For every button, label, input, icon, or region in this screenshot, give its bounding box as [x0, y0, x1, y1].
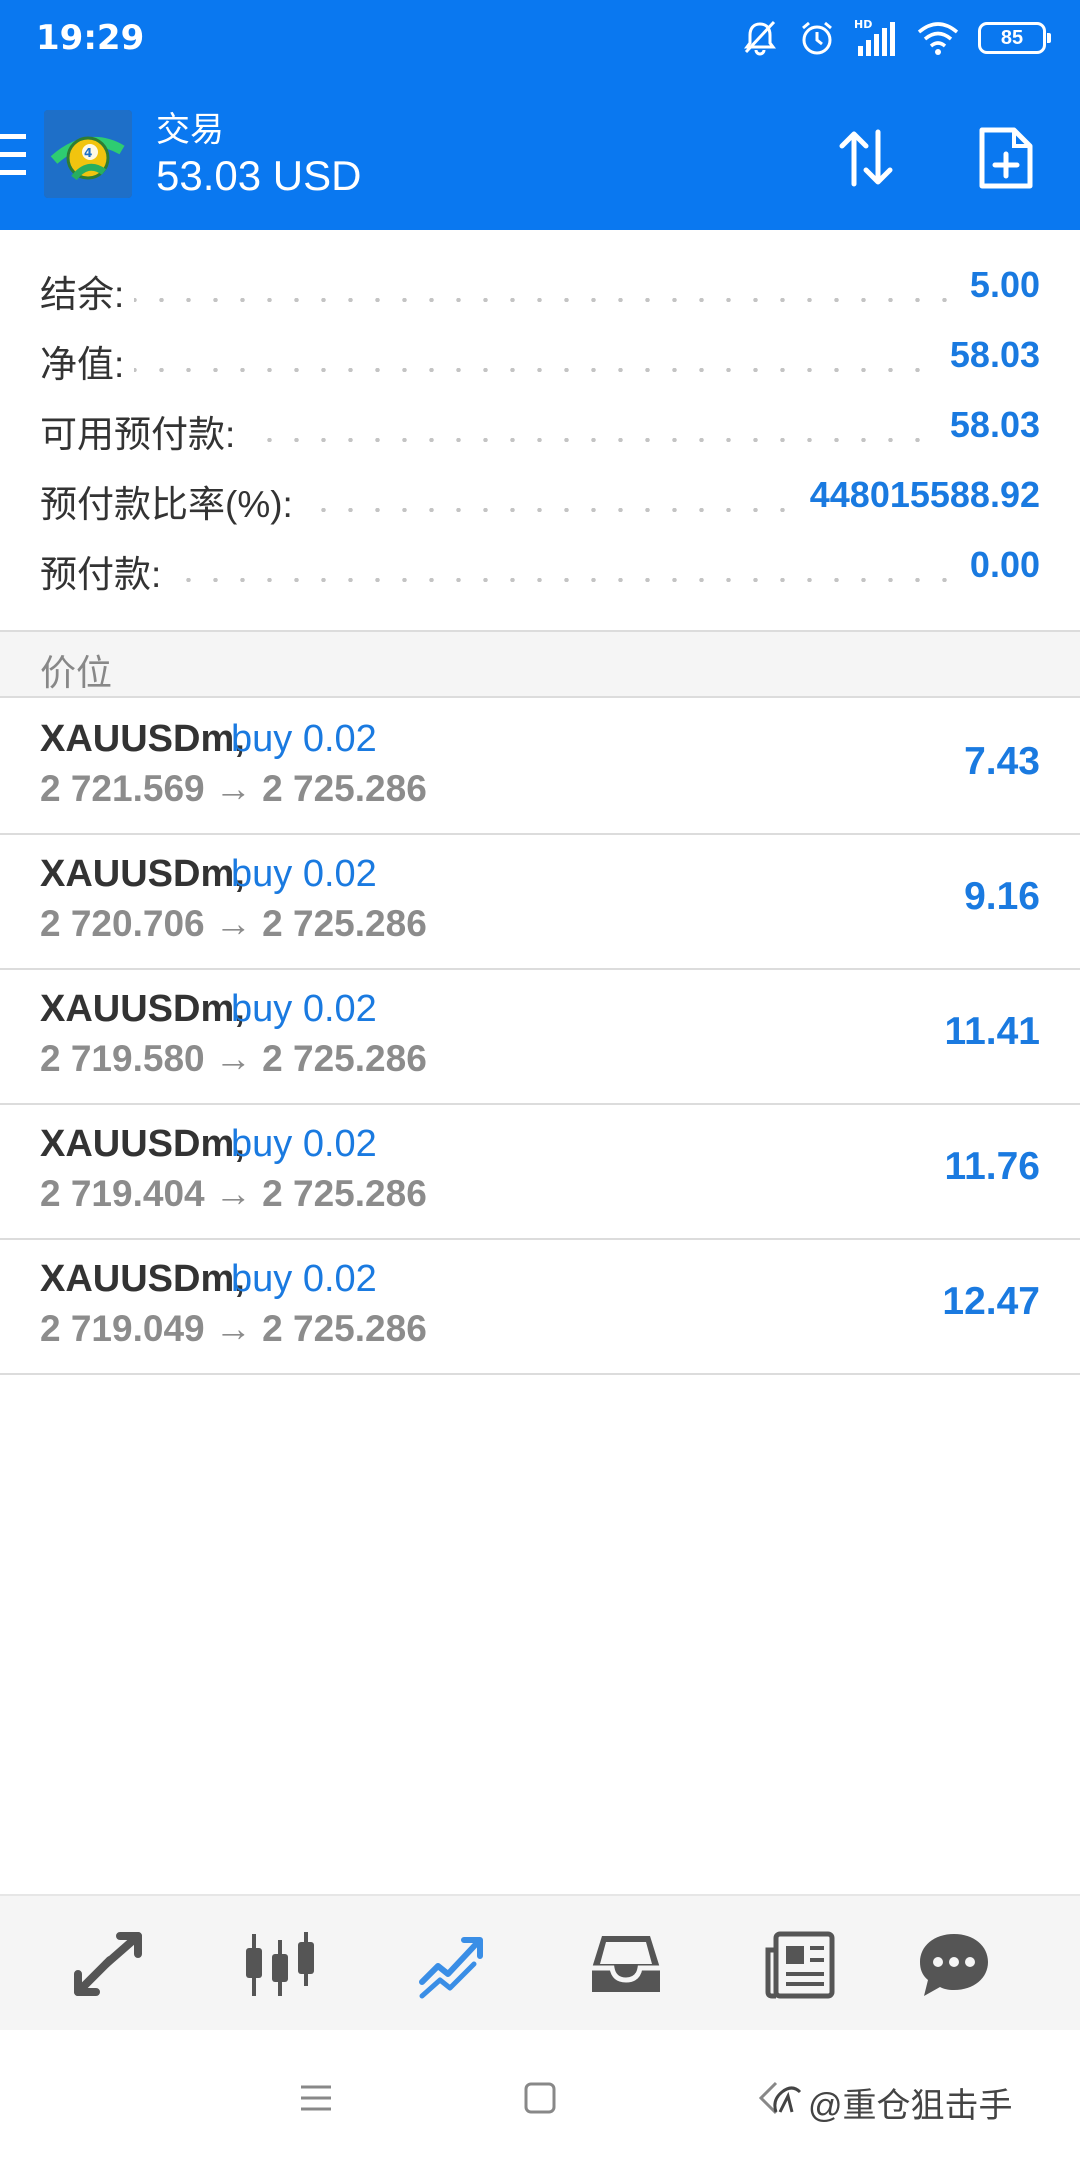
dot-leader — [40, 298, 1040, 302]
position-row[interactable]: XAUUSDm, buy 0.02 2 719.404 → 2 725.286 … — [0, 1105, 1080, 1240]
alarm-icon — [798, 19, 836, 57]
watermark-text: @重仓狙击手 — [808, 2087, 1013, 2125]
history-icon — [592, 1936, 660, 1992]
home-button[interactable] — [510, 2068, 570, 2128]
status-time: 19:29 — [36, 18, 145, 58]
recents-button[interactable] — [286, 2068, 346, 2128]
position-symbol: XAUUSDm, — [40, 853, 245, 895]
position-type: buy 0.02 — [231, 1123, 377, 1165]
metatrader-logo[interactable]: 4 — [44, 110, 132, 198]
new-order-button[interactable] — [964, 116, 1048, 200]
watermark-logo — [770, 2082, 808, 2123]
margin-level-row: 预付款比率(%): 448015588.92 — [0, 462, 1080, 532]
equity-label: 净值: — [40, 334, 135, 388]
nav-history[interactable] — [576, 1920, 676, 2010]
position-prices: 2 719.580 → 2 725.286 — [40, 1038, 427, 1079]
positions-section-header: 价位 — [0, 630, 1080, 698]
position-type: buy 0.02 — [231, 853, 377, 895]
free-margin-row: 可用预付款: 58.03 — [0, 392, 1080, 462]
nav-chart[interactable] — [230, 1920, 330, 2010]
position-type: buy 0.02 — [231, 1258, 377, 1300]
bottom-nav — [0, 1894, 1080, 2030]
balance-value: 5.00 — [955, 264, 1040, 306]
battery-icon: 85 — [978, 22, 1051, 54]
news-icon — [765, 1931, 835, 1999]
equity-value: 58.03 — [935, 334, 1040, 376]
position-prices: 2 719.049 → 2 725.286 — [40, 1308, 427, 1349]
page-title: 交易 — [156, 111, 224, 149]
wifi-icon — [916, 20, 960, 56]
position-symbol: XAUUSDm, — [40, 1123, 245, 1165]
margin-row: 预付款: 0.00 — [0, 532, 1080, 602]
home-icon — [524, 2082, 556, 2114]
position-prices: 2 721.569 → 2 725.286 — [40, 768, 427, 809]
nav-quotes[interactable] — [58, 1920, 158, 2010]
dot-leader — [40, 578, 1040, 582]
messages-icon — [920, 1934, 988, 1996]
position-row[interactable]: XAUUSDm, buy 0.02 2 721.569 → 2 725.286 … — [0, 700, 1080, 835]
position-type: buy 0.02 — [231, 988, 377, 1030]
dot-leader — [40, 368, 1040, 372]
mute-icon — [740, 18, 780, 58]
position-type: buy 0.02 — [231, 718, 377, 760]
position-profit: 11.41 — [944, 1010, 1040, 1053]
recents-icon — [301, 2085, 331, 2111]
balance-row: 结余: 5.00 — [0, 252, 1080, 322]
position-prices: 2 719.404 → 2 725.286 — [40, 1173, 427, 1214]
position-row[interactable]: XAUUSDm, buy 0.02 2 720.706 → 2 725.286 … — [0, 835, 1080, 970]
battery-level: 85 — [1000, 26, 1024, 49]
nav-trade[interactable] — [404, 1920, 504, 2010]
equity-row: 净值: 58.03 — [0, 322, 1080, 392]
position-symbol: XAUUSDm, — [40, 718, 245, 760]
sort-button[interactable] — [824, 116, 908, 200]
status-bar: 19:29 HD 85 — [0, 0, 1080, 76]
app-bar: 4 交易 53.03 USD — [0, 76, 1080, 230]
margin-level-label: 预付款比率(%): — [40, 474, 303, 528]
svg-text:4: 4 — [84, 146, 92, 160]
account-summary: 结余: 5.00 净值: 58.03 可用预付款: 58.03 预付款比率(%)… — [0, 230, 1080, 628]
position-profit: 12.47 — [942, 1280, 1040, 1323]
positions-list: XAUUSDm, buy 0.02 2 721.569 → 2 725.286 … — [0, 700, 1080, 1375]
nav-news[interactable] — [750, 1920, 850, 2010]
position-row[interactable]: XAUUSDm, buy 0.02 2 719.049 → 2 725.286 … — [0, 1240, 1080, 1375]
position-profit: 11.76 — [944, 1145, 1040, 1188]
account-balance-header: 53.03 USD — [156, 152, 362, 199]
position-row[interactable]: XAUUSDm, buy 0.02 2 719.580 → 2 725.286 … — [0, 970, 1080, 1105]
system-nav: @重仓狙击手 — [0, 2030, 1080, 2160]
margin-value: 0.00 — [955, 544, 1040, 586]
status-icons: HD 85 — [740, 14, 1051, 62]
margin-label: 预付款: — [40, 544, 172, 598]
position-symbol: XAUUSDm, — [40, 1258, 245, 1300]
hd-signal-icon: HD — [854, 18, 898, 58]
sort-icon — [839, 129, 893, 187]
positions-section-title: 价位 — [40, 652, 113, 693]
trade-icon — [419, 1937, 483, 1999]
nav-messages[interactable] — [904, 1920, 1004, 2010]
position-profit: 9.16 — [964, 875, 1040, 918]
menu-icon[interactable] — [0, 134, 28, 181]
position-symbol: XAUUSDm, — [40, 988, 245, 1030]
balance-label: 结余: — [40, 264, 135, 318]
new-order-icon — [979, 127, 1033, 189]
quotes-icon — [74, 1932, 142, 1996]
position-prices: 2 720.706 → 2 725.286 — [40, 903, 427, 944]
chart-icon — [246, 1932, 314, 1996]
position-profit: 7.43 — [964, 740, 1040, 783]
free-margin-label: 可用预付款: — [40, 404, 246, 458]
margin-level-value: 448015588.92 — [795, 474, 1040, 516]
svg-text:HD: HD — [854, 18, 872, 31]
free-margin-value: 58.03 — [935, 404, 1040, 446]
